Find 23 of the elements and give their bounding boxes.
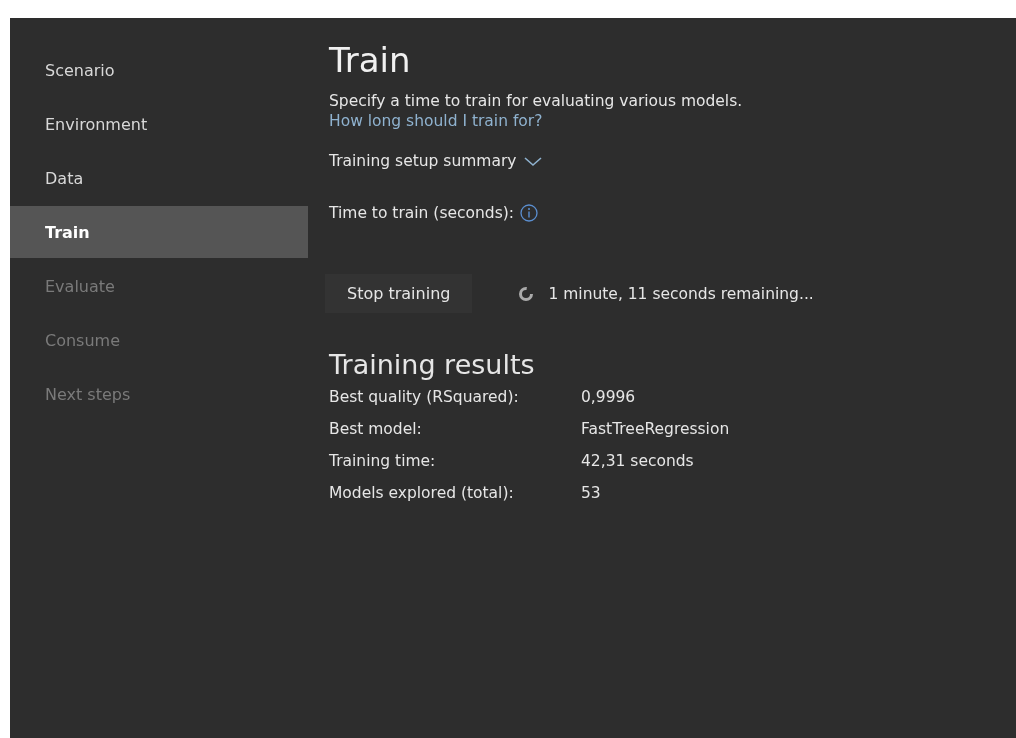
spinner-icon — [518, 285, 535, 302]
result-value: 53 — [581, 484, 602, 502]
field-label: Time to train (seconds): — [329, 204, 515, 222]
info-icon[interactable] — [520, 204, 539, 222]
result-label: Best quality (RSquared): — [329, 388, 520, 406]
result-value: FastTreeRegression — [581, 420, 731, 438]
result-value: 0,9996 — [581, 388, 637, 406]
page-title: Train — [329, 40, 412, 80]
sidebar-item[interactable]: Environment — [10, 98, 308, 150]
sidebar-item[interactable]: Train — [10, 206, 308, 258]
setup-summary-toggle[interactable]: Training setup summary — [329, 152, 517, 170]
description: Specify a time to train for evaluating various models. — [329, 92, 744, 110]
result-label: Best model: — [329, 420, 423, 438]
result-label: Training time: — [329, 452, 437, 470]
status-text: 1 minute, 11 seconds remaining... — [548, 284, 814, 303]
stop-training-button[interactable]: Stop training — [325, 274, 473, 313]
sidebar-item[interactable]: Data — [10, 152, 308, 204]
sidebar-item[interactable]: Scenario — [10, 44, 308, 96]
section-title: Training results — [329, 349, 536, 380]
result-value: 42,31 seconds — [581, 452, 695, 470]
help-link[interactable]: How long should I train for? — [329, 112, 543, 130]
result-label: Models explored (total): — [329, 484, 515, 502]
chevron-icon[interactable] — [522, 155, 543, 167]
